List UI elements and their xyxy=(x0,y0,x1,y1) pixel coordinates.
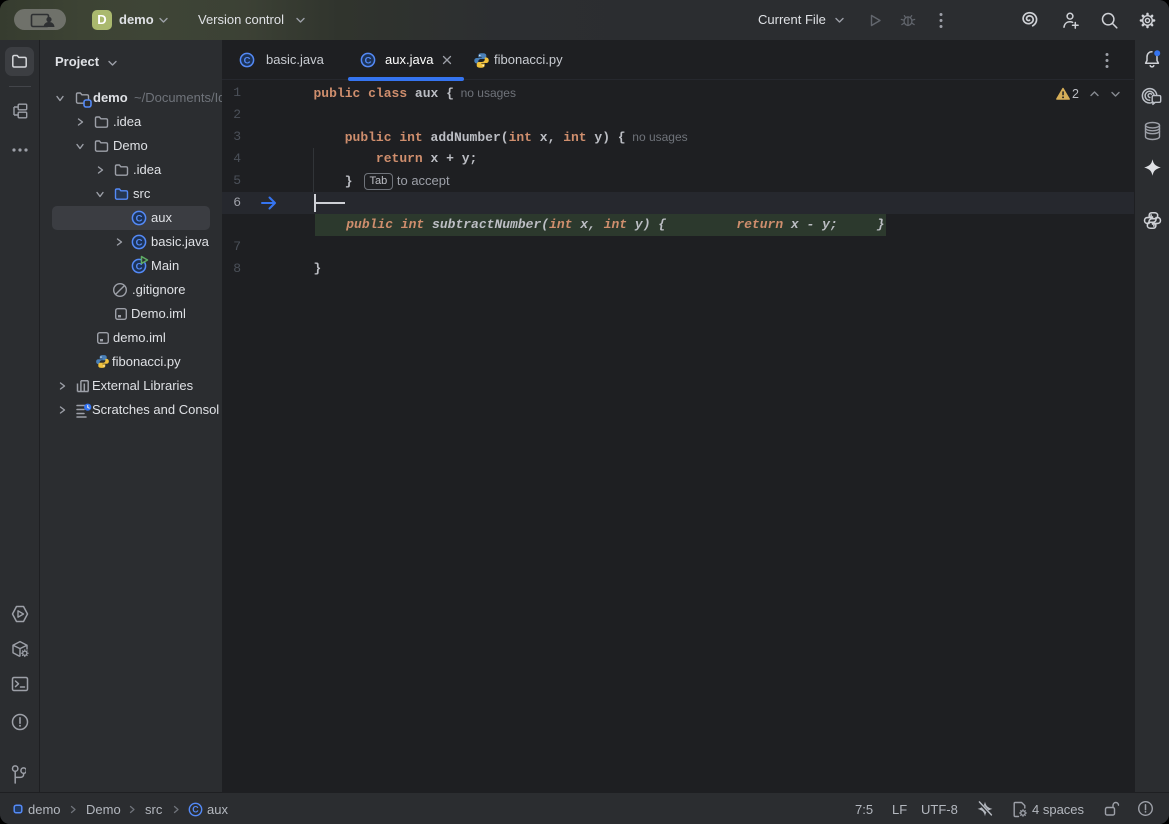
svg-text:C: C xyxy=(192,805,199,815)
svg-text:C: C xyxy=(136,213,143,224)
svg-text:C: C xyxy=(365,55,372,66)
svg-text:C: C xyxy=(244,55,251,66)
svg-text:C: C xyxy=(136,237,143,248)
